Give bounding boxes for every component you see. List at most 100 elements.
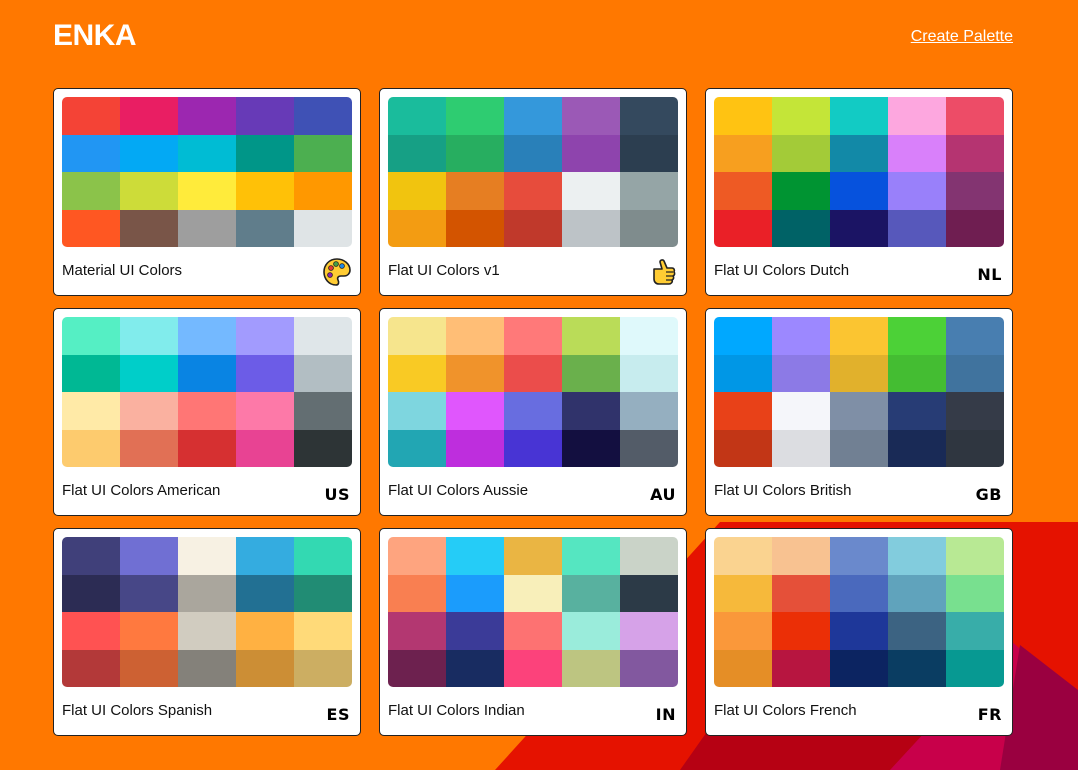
- color-swatch[interactable]: [236, 537, 294, 575]
- color-swatch[interactable]: [178, 134, 236, 172]
- color-swatch[interactable]: [62, 97, 120, 135]
- color-swatch[interactable]: [504, 392, 562, 430]
- create-palette-link[interactable]: Create Palette: [911, 28, 1013, 46]
- color-swatch[interactable]: [830, 429, 888, 467]
- color-swatch[interactable]: [388, 392, 446, 430]
- color-swatch[interactable]: [388, 134, 446, 172]
- color-swatch[interactable]: [62, 429, 120, 467]
- color-swatch[interactable]: [772, 649, 830, 687]
- color-swatch[interactable]: [120, 429, 178, 467]
- color-swatch[interactable]: [714, 354, 772, 392]
- color-swatch[interactable]: [388, 574, 446, 612]
- color-swatch[interactable]: [620, 537, 678, 575]
- color-swatch[interactable]: [504, 612, 562, 650]
- color-swatch[interactable]: [62, 574, 120, 612]
- color-swatch[interactable]: [388, 649, 446, 687]
- palette-card[interactable]: Flat UI Colors Aussie AU: [379, 308, 687, 516]
- color-swatch[interactable]: [620, 392, 678, 430]
- color-swatch[interactable]: [562, 429, 620, 467]
- color-swatch[interactable]: [294, 429, 352, 467]
- color-swatch[interactable]: [388, 317, 446, 355]
- color-swatch[interactable]: [446, 429, 504, 467]
- color-swatch[interactable]: [714, 649, 772, 687]
- color-swatch[interactable]: [294, 574, 352, 612]
- color-swatch[interactable]: [946, 317, 1004, 355]
- color-swatch[interactable]: [888, 649, 946, 687]
- color-swatch[interactable]: [178, 429, 236, 467]
- color-swatch[interactable]: [946, 172, 1004, 210]
- color-swatch[interactable]: [772, 134, 830, 172]
- color-swatch[interactable]: [446, 97, 504, 135]
- color-swatch[interactable]: [946, 392, 1004, 430]
- color-swatch[interactable]: [946, 134, 1004, 172]
- color-swatch[interactable]: [562, 317, 620, 355]
- color-swatch[interactable]: [620, 574, 678, 612]
- color-swatch[interactable]: [388, 354, 446, 392]
- palette-card[interactable]: Flat UI Colors French FR: [705, 528, 1013, 736]
- color-swatch[interactable]: [888, 97, 946, 135]
- color-swatch[interactable]: [504, 574, 562, 612]
- color-swatch[interactable]: [120, 574, 178, 612]
- color-swatch[interactable]: [830, 537, 888, 575]
- color-swatch[interactable]: [714, 172, 772, 210]
- color-swatch[interactable]: [388, 429, 446, 467]
- color-swatch[interactable]: [236, 392, 294, 430]
- color-swatch[interactable]: [236, 612, 294, 650]
- color-swatch[interactable]: [294, 612, 352, 650]
- color-swatch[interactable]: [562, 354, 620, 392]
- color-swatch[interactable]: [388, 537, 446, 575]
- color-swatch[interactable]: [888, 612, 946, 650]
- color-swatch[interactable]: [562, 134, 620, 172]
- color-swatch[interactable]: [504, 209, 562, 247]
- color-swatch[interactable]: [504, 317, 562, 355]
- color-swatch[interactable]: [946, 574, 1004, 612]
- color-swatch[interactable]: [504, 354, 562, 392]
- palette-card[interactable]: Flat UI Colors v1: [379, 88, 687, 296]
- color-swatch[interactable]: [446, 172, 504, 210]
- color-swatch[interactable]: [772, 354, 830, 392]
- color-swatch[interactable]: [236, 134, 294, 172]
- color-swatch[interactable]: [830, 612, 888, 650]
- color-swatch[interactable]: [62, 134, 120, 172]
- color-swatch[interactable]: [62, 354, 120, 392]
- color-swatch[interactable]: [714, 429, 772, 467]
- color-swatch[interactable]: [830, 317, 888, 355]
- color-swatch[interactable]: [888, 537, 946, 575]
- color-swatch[interactable]: [946, 97, 1004, 135]
- color-swatch[interactable]: [178, 209, 236, 247]
- color-swatch[interactable]: [946, 649, 1004, 687]
- color-swatch[interactable]: [946, 612, 1004, 650]
- color-swatch[interactable]: [178, 392, 236, 430]
- color-swatch[interactable]: [772, 392, 830, 430]
- color-swatch[interactable]: [772, 574, 830, 612]
- color-swatch[interactable]: [294, 134, 352, 172]
- color-swatch[interactable]: [62, 209, 120, 247]
- color-swatch[interactable]: [294, 97, 352, 135]
- color-swatch[interactable]: [772, 429, 830, 467]
- palette-card[interactable]: Flat UI Colors Spanish ES: [53, 528, 361, 736]
- color-swatch[interactable]: [178, 97, 236, 135]
- color-swatch[interactable]: [294, 354, 352, 392]
- color-swatch[interactable]: [446, 317, 504, 355]
- color-swatch[interactable]: [62, 612, 120, 650]
- color-swatch[interactable]: [446, 134, 504, 172]
- color-swatch[interactable]: [178, 354, 236, 392]
- color-swatch[interactable]: [888, 134, 946, 172]
- color-swatch[interactable]: [178, 537, 236, 575]
- color-swatch[interactable]: [62, 392, 120, 430]
- color-swatch[interactable]: [714, 97, 772, 135]
- color-swatch[interactable]: [120, 209, 178, 247]
- color-swatch[interactable]: [562, 392, 620, 430]
- color-swatch[interactable]: [504, 97, 562, 135]
- color-swatch[interactable]: [562, 209, 620, 247]
- color-swatch[interactable]: [294, 172, 352, 210]
- color-swatch[interactable]: [772, 612, 830, 650]
- color-swatch[interactable]: [830, 172, 888, 210]
- color-swatch[interactable]: [620, 97, 678, 135]
- color-swatch[interactable]: [504, 134, 562, 172]
- color-swatch[interactable]: [294, 649, 352, 687]
- color-swatch[interactable]: [504, 429, 562, 467]
- color-swatch[interactable]: [120, 97, 178, 135]
- color-swatch[interactable]: [562, 172, 620, 210]
- color-swatch[interactable]: [714, 209, 772, 247]
